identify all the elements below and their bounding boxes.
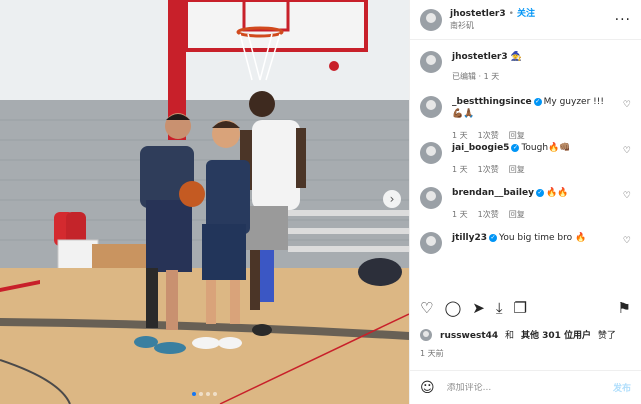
separator-dot: •: [508, 8, 514, 19]
comment-meta: 1 天 1次赞 回复: [452, 164, 617, 176]
comment-likes[interactable]: 1次赞: [478, 209, 499, 221]
caption-text: jhostetler3 🧙: [452, 51, 617, 63]
comment-item: jai_boogie5 ✓ Tough🔥👊🏽 1 天 1次赞 回复 ♡: [420, 142, 631, 187]
location-link[interactable]: 南衫矶: [450, 20, 535, 32]
avatar[interactable]: [420, 187, 442, 209]
more-options-icon[interactable]: ···: [615, 12, 631, 28]
caption-body: jhostetler3 🧙 已编辑 · 1 天: [452, 51, 631, 96]
comment-time: 1 天: [452, 131, 468, 140]
copy-icon[interactable]: ❐: [513, 300, 526, 316]
carousel-dot: [213, 392, 217, 396]
avatar[interactable]: [420, 51, 442, 73]
follow-button[interactable]: 关注: [517, 9, 535, 19]
verified-icon: ✓: [511, 143, 520, 152]
post-button[interactable]: 发布: [613, 381, 631, 394]
carousel-dot: [206, 392, 210, 396]
basketball-gym-photo: [0, 0, 409, 404]
likes-text: russwest44 和 其他 301 位用户 赞了: [436, 328, 616, 341]
comment-like-heart-icon[interactable]: ♡: [623, 146, 631, 156]
bookmark-icon[interactable]: ⚑: [618, 300, 631, 316]
comment-body: brendan__bailey ✓ 🔥🔥 1 天 1次赞 回复: [452, 187, 631, 232]
carousel-dot: [199, 392, 203, 396]
download-icon[interactable]: ⤓: [496, 300, 503, 316]
comment-content: Tough🔥👊🏽: [521, 143, 571, 153]
comments-list[interactable]: jhostetler3 🧙 已编辑 · 1 天 _bestthingsince ✓…: [410, 51, 641, 289]
likes-summary: russwest44 和 其他 301 位用户 赞了: [420, 328, 631, 341]
comment-likes[interactable]: 1次赞: [478, 164, 499, 176]
verified-icon: ✓: [533, 97, 542, 106]
avatar[interactable]: [420, 232, 442, 254]
avatar[interactable]: [420, 8, 442, 31]
action-bar: ♡ ◯ ➤ ⤓ ❐ ⚑: [420, 296, 631, 320]
comment-time: 1 天: [452, 210, 468, 219]
likes-others-link[interactable]: 其他 301 位用户: [521, 331, 591, 341]
caption-emoji: 🧙: [510, 52, 522, 62]
comment-text: jai_boogie5 ✓ Tough🔥👊🏽: [452, 142, 617, 154]
comment-username[interactable]: jai_boogie5: [452, 143, 509, 153]
comment-meta: 1 天 1次赞 回复: [452, 130, 617, 142]
post-sidebar: jhostetler3 • 关注 南衫矶 ··· jhostetler3 🧙 已编辑…: [409, 0, 641, 404]
comment-text: _bestthingsince ✓ My guyzer !!! 💪🏾🙏🏾: [452, 96, 617, 120]
comment-item: _bestthingsince ✓ My guyzer !!! 💪🏾🙏🏾 1 天 1…: [420, 96, 631, 142]
comment-meta: 1 天 1次赞 回复: [452, 209, 617, 221]
comment-username[interactable]: jtilly23: [452, 233, 487, 243]
caption: jhostetler3 🧙 已编辑 · 1 天: [420, 51, 631, 96]
comment-body: jai_boogie5 ✓ Tough🔥👊🏽 1 天 1次赞 回复: [452, 142, 631, 187]
username-link[interactable]: jhostetler3: [450, 9, 506, 19]
caption-username[interactable]: jhostetler3: [452, 52, 508, 62]
reply-button[interactable]: 回复: [509, 164, 525, 176]
comment-content: 🔥🔥: [545, 188, 569, 198]
edited-label: 已编辑 · 1 天: [452, 72, 500, 81]
carousel-next-button[interactable]: ›: [383, 190, 401, 208]
reply-button[interactable]: 回复: [509, 130, 525, 142]
post-header: jhostetler3 • 关注 南衫矶 ···: [410, 0, 641, 40]
comment-icon[interactable]: ◯: [444, 300, 461, 316]
carousel-dot: [192, 392, 196, 396]
comment-likes[interactable]: 1次赞: [478, 130, 499, 142]
comment-text: brendan__bailey ✓ 🔥🔥: [452, 187, 617, 199]
likes-and: 和: [505, 331, 515, 341]
verified-icon: ✓: [489, 233, 498, 242]
comment-body: _bestthingsince ✓ My guyzer !!! 💪🏾🙏🏾 1 天 1…: [452, 96, 631, 142]
comment-time: 1 天: [452, 165, 468, 174]
comment-username[interactable]: brendan__bailey: [452, 188, 534, 198]
comment-like-heart-icon[interactable]: ♡: [623, 236, 631, 246]
avatar[interactable]: [420, 142, 442, 164]
post-window: › jhostetler3 • 关注 南衫矶 ··· jhostetler3 🧙…: [0, 0, 641, 404]
comment-username[interactable]: _bestthingsince: [452, 97, 532, 107]
add-comment-bar: ☺ 发布: [410, 370, 641, 404]
emoji-icon[interactable]: ☺: [420, 380, 435, 396]
reply-button[interactable]: 回复: [509, 209, 525, 221]
avatar[interactable]: [420, 328, 432, 341]
likes-suffix: 赞了: [597, 331, 616, 341]
comment-body: jtilly23 ✓ You big time bro 🔥: [452, 232, 631, 277]
post-photo[interactable]: ›: [0, 0, 409, 404]
comment-item: brendan__bailey ✓ 🔥🔥 1 天 1次赞 回复 ♡: [420, 187, 631, 232]
post-time: 1 天前: [420, 349, 444, 358]
comment-input[interactable]: [446, 382, 613, 393]
avatar[interactable]: [420, 96, 442, 118]
comment-content: You big time bro 🔥: [499, 233, 587, 243]
share-icon[interactable]: ➤: [472, 300, 485, 316]
comment-text: jtilly23 ✓ You big time bro 🔥: [452, 232, 617, 244]
liker-username[interactable]: russwest44: [440, 331, 498, 341]
heart-icon[interactable]: ♡: [420, 300, 433, 316]
comment-item: jtilly23 ✓ You big time bro 🔥 ♡: [420, 232, 631, 277]
header-text: jhostetler3 • 关注 南衫矶: [450, 8, 535, 32]
verified-icon: ✓: [535, 188, 544, 197]
comment-like-heart-icon[interactable]: ♡: [623, 191, 631, 201]
comment-like-heart-icon[interactable]: ♡: [623, 100, 631, 110]
carousel-dots: [0, 392, 409, 396]
